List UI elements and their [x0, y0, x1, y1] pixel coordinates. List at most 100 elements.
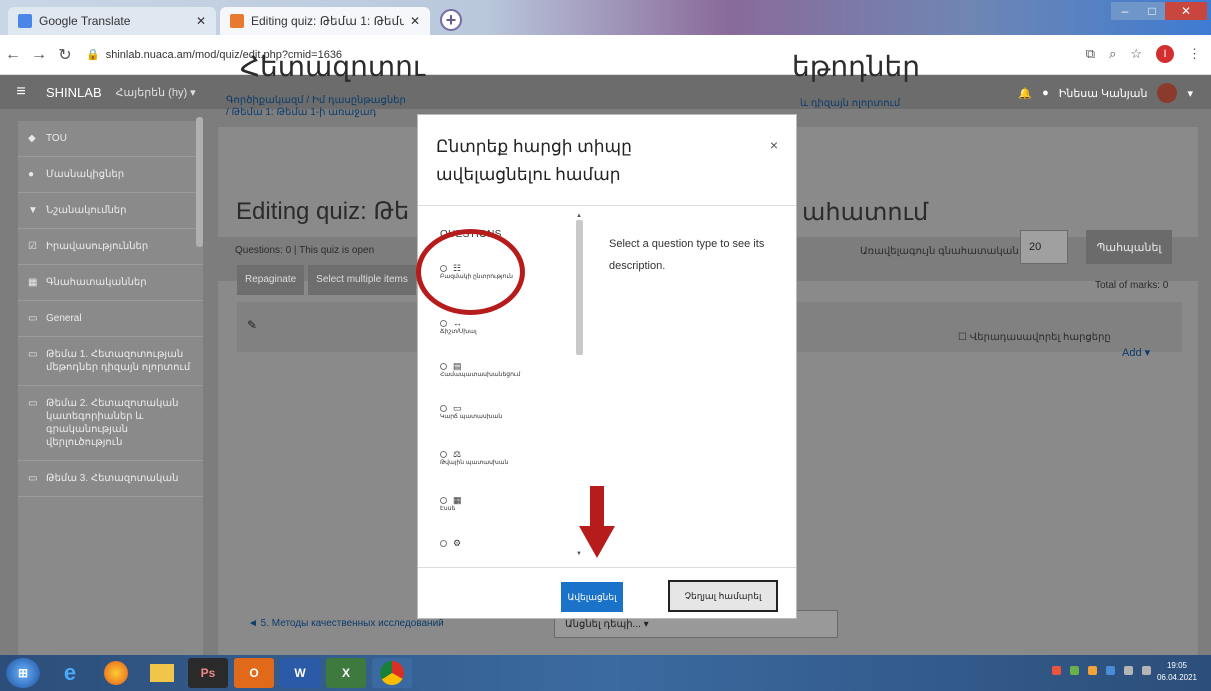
network-icon[interactable] — [1124, 666, 1133, 675]
divider — [418, 205, 796, 206]
gear-icon: ⚙ — [453, 538, 462, 548]
photoshop-icon[interactable]: Ps — [188, 658, 228, 688]
pencil-icon[interactable]: ✎ — [247, 318, 257, 332]
word-icon[interactable]: W — [280, 658, 320, 688]
quiz-toolbar: Repaginate Select multiple items — [237, 265, 420, 295]
tray-icon[interactable] — [1070, 666, 1079, 675]
check-square-icon: ☑ — [28, 241, 37, 252]
tray-icon[interactable] — [1088, 666, 1097, 675]
chrome-icon[interactable] — [372, 658, 412, 688]
user-name[interactable]: Ինեսա Կանյան — [1059, 87, 1148, 100]
course-title-right: եթոդներ — [792, 51, 920, 82]
maximize-icon[interactable]: □ — [1139, 2, 1165, 20]
shuffle-checkbox[interactable]: ☐ Վերադասավորել հարցերը — [958, 332, 1111, 343]
editing-quiz-title-right: ահատում — [802, 199, 929, 226]
user-area: 🔔 ● Ինեսա Կանյան ▾ — [1018, 83, 1193, 103]
tab-editing-quiz[interactable]: Editing quiz: Թեմա 1: Թեմա 1-ի ✕ — [220, 7, 430, 35]
question-type-match[interactable]: ▤ Համապատասխանեցում — [440, 361, 560, 379]
add-menu[interactable]: Add ▾ — [1122, 346, 1150, 359]
sidebar-item-topic-3[interactable]: ▭ Թեմա 3. Հետազոտական — [18, 461, 203, 497]
add-button[interactable]: Ավելացնել — [561, 582, 623, 612]
breadcrumb-tail[interactable]: և դիզայն ոլորտում — [800, 98, 900, 109]
shield-icon: ▼ — [28, 205, 38, 216]
close-icon[interactable]: × — [770, 137, 778, 153]
question-type-truefalse[interactable]: ↔ Ճիշտ/Սխալ — [440, 319, 560, 336]
notification-icon[interactable]: 🔔 — [1018, 87, 1032, 100]
menu-icon[interactable]: ⋮ — [1188, 46, 1201, 62]
reload-icon[interactable]: ↻ — [52, 45, 78, 65]
ie-icon[interactable]: e — [50, 658, 90, 688]
moodle-icon — [230, 14, 244, 28]
radio-button[interactable] — [440, 451, 447, 458]
close-tab-icon[interactable]: ✕ — [410, 14, 420, 28]
taskbar: ⊞ e Ps O W X 19:05 06.04.2021 — [0, 655, 1211, 691]
cancel-button[interactable]: Չեղյալ համարել — [668, 580, 778, 612]
message-icon[interactable]: ● — [1042, 87, 1049, 99]
clock[interactable]: 19:05 06.04.2021 — [1157, 660, 1197, 684]
select-multiple-button[interactable]: Select multiple items — [308, 265, 416, 295]
profile-icon[interactable]: I — [1156, 45, 1174, 63]
graduation-cap-icon: ◆ — [28, 133, 36, 144]
close-tab-icon[interactable]: ✕ — [196, 14, 206, 28]
sidebar-item-participants[interactable]: ● Մասնակիցներ — [18, 157, 203, 193]
sidebar-scrollbar[interactable] — [196, 117, 203, 247]
minimize-icon[interactable]: – — [1111, 2, 1139, 20]
list-scrollbar[interactable] — [576, 220, 583, 355]
tray-icon[interactable] — [1052, 666, 1061, 675]
numerical-icon: ⚖ — [453, 449, 462, 459]
zoom-icon[interactable]: ⌕ — [1109, 46, 1116, 62]
sidebar-item-competencies[interactable]: ☑ Իրավասություններ — [18, 229, 203, 265]
radio-button[interactable] — [440, 405, 447, 412]
lock-icon: 🔒 — [86, 49, 100, 61]
save-button[interactable]: Պահպանել — [1086, 230, 1172, 264]
sidebar-item-grades[interactable]: ▦ Գնահատականներ — [18, 265, 203, 301]
repaginate-button[interactable]: Repaginate — [237, 265, 305, 295]
hamburger-icon[interactable]: ≡ — [0, 83, 42, 101]
match-icon: ▤ — [453, 361, 462, 371]
firefox-icon[interactable] — [96, 658, 136, 688]
explorer-icon[interactable] — [142, 658, 182, 688]
sidebar-item-badges[interactable]: ▼ Նշանակումներ — [18, 193, 203, 229]
avatar[interactable] — [1157, 83, 1178, 103]
close-window-icon[interactable]: ✕ — [1165, 2, 1207, 20]
breadcrumb: Գործիքակազմ / Իմ դասընթացներ / Թեմա 1: Թ… — [226, 95, 406, 118]
max-grade-input[interactable]: 20 — [1020, 230, 1068, 264]
sidebar-item-tou[interactable]: ◆ TOU — [18, 121, 203, 157]
folder-icon: ▭ — [28, 313, 38, 324]
outlook-icon[interactable]: O — [234, 658, 274, 688]
radio-button[interactable] — [440, 363, 447, 370]
sidebar-item-topic-2[interactable]: ▭ Թեմա 2. Հետազոտական կատեգորիաներ և գրակ… — [18, 386, 203, 461]
address-bar: ← → ↻ 🔒 shinlab.nuaca.am/mod/quiz/edit.p… — [0, 35, 1211, 75]
sidebar-item-topic-1[interactable]: ▭ Թեմա 1. Հետազոտության մեթոդներ դիզայն ո… — [18, 337, 203, 386]
question-type-more[interactable]: ⚙ — [440, 538, 560, 549]
tab-google-translate[interactable]: Google Translate ✕ — [8, 7, 216, 35]
course-title-left: Հետազոտու — [240, 51, 426, 82]
tab-title: Google Translate — [39, 14, 131, 28]
scroll-up-icon[interactable]: ▲ — [576, 213, 582, 219]
sidebar-item-general[interactable]: ▭ General — [18, 301, 203, 337]
back-icon[interactable]: ← — [0, 46, 26, 64]
questions-info: Questions: 0 | This quiz is open — [235, 245, 375, 256]
folder-icon: ▭ — [28, 349, 38, 360]
chevron-down-icon[interactable]: ▾ — [1187, 87, 1193, 100]
tray-icon[interactable] — [1106, 666, 1115, 675]
translate-page-icon[interactable]: ⧉ — [1086, 46, 1095, 62]
new-tab-button[interactable]: + — [440, 9, 462, 31]
excel-icon[interactable]: X — [326, 658, 366, 688]
star-icon[interactable]: ☆ — [1130, 46, 1142, 62]
question-type-shortanswer[interactable]: ▭ Կարճ պատասխան — [440, 404, 560, 421]
radio-button[interactable] — [440, 540, 447, 547]
tab-title: Editing quiz: Թեմա 1: Թեմա 1-ի — [251, 14, 404, 28]
language-menu[interactable]: Հայերեն (hy) ▾ — [116, 86, 196, 99]
question-type-numerical[interactable]: ⚖ Թվային պատասխան — [440, 449, 560, 467]
previous-section-link[interactable]: ◄ 5. Методы качественных исследований — [248, 618, 444, 629]
forward-icon[interactable]: → — [26, 46, 52, 64]
start-button[interactable]: ⊞ — [6, 658, 40, 688]
radio-button[interactable] — [440, 320, 447, 327]
annotation-arrow — [579, 486, 615, 558]
folder-icon: ▭ — [28, 398, 38, 409]
question-type-essay[interactable]: ▦ Էսսե — [440, 496, 560, 513]
radio-button[interactable] — [440, 497, 447, 504]
site-brand[interactable]: SHINLAB — [46, 85, 102, 100]
volume-icon[interactable] — [1142, 666, 1151, 675]
